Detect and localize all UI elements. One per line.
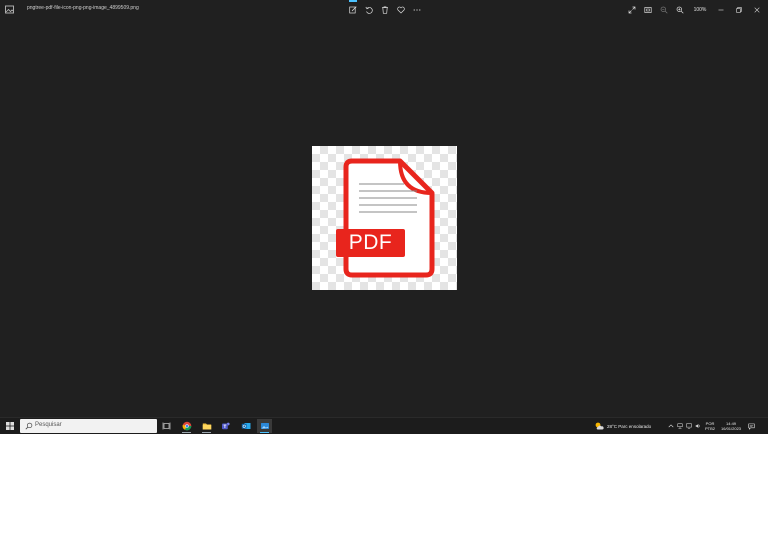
weather-widget[interactable]: 28°C Parc ensolarado (594, 418, 651, 434)
fit-icon (644, 6, 652, 13)
task-view-icon (162, 422, 170, 430)
active-indicator (260, 432, 269, 433)
full-screen-button[interactable] (624, 3, 640, 16)
photos-app-icon (5, 5, 14, 14)
heart-icon (397, 6, 405, 13)
more-options-button[interactable] (409, 3, 425, 16)
edit-image-button[interactable] (345, 0, 361, 16)
keyboard-layout: PTB2 (705, 426, 716, 431)
chevron-up-icon[interactable] (668, 423, 674, 429)
minimize-button[interactable] (712, 3, 730, 16)
taskbar-search-box[interactable]: Pesquisar (20, 419, 157, 433)
view-controls: 100% (624, 3, 766, 16)
minimize-icon (718, 9, 724, 10)
teams-taskbar-button[interactable] (218, 419, 233, 433)
clock-date: 16/01/2023 (721, 426, 742, 431)
folder-icon (202, 423, 211, 430)
pdf-file-icon (336, 158, 435, 278)
weather-text: 28°C Parc ensolarado (607, 423, 652, 429)
partly-sunny-icon (595, 422, 604, 430)
zoom-level[interactable]: 100% (688, 7, 712, 13)
window-title: pngtree-pdf-file-icon-png-png-image_4899… (27, 5, 139, 11)
search-placeholder: Pesquisar (35, 422, 62, 428)
rotate-button[interactable] (361, 3, 377, 16)
photos-icon (260, 423, 269, 429)
close-icon (754, 6, 760, 13)
restore-icon (736, 6, 742, 13)
close-button[interactable] (748, 3, 766, 16)
trash-icon (382, 5, 388, 14)
network-icon[interactable] (677, 423, 683, 429)
ellipsis-icon (413, 8, 421, 11)
search-icon (25, 422, 33, 430)
zoom-in-icon (676, 6, 684, 14)
active-indicator (349, 0, 357, 2)
notifications-icon[interactable] (748, 423, 755, 430)
keyboard-language[interactable]: POR PTB2 (705, 421, 715, 431)
outlook-taskbar-button[interactable] (238, 419, 253, 433)
fit-window-button[interactable] (640, 3, 656, 16)
display-icon[interactable] (686, 423, 692, 429)
photos-app-window: pngtree-pdf-file-icon-png-png-image_4899… (0, 0, 768, 434)
chrome-taskbar-button[interactable] (179, 419, 194, 433)
system-tray-icons: POR PTB2 14:49 16/01/2023 (668, 418, 755, 434)
pdf-label: PDF (348, 231, 393, 254)
chrome-icon (182, 421, 191, 431)
title-bar: pngtree-pdf-file-icon-png-png-image_4899… (0, 0, 768, 19)
windows-start-icon[interactable] (5, 421, 15, 431)
task-view-button[interactable] (159, 419, 174, 433)
outlook-icon (241, 423, 250, 429)
zoom-out-icon (660, 6, 668, 14)
image-canvas: PDF (312, 146, 457, 290)
image-toolbar (345, 0, 425, 16)
zoom-in-button[interactable] (672, 3, 688, 16)
file-explorer-taskbar-button[interactable] (199, 419, 214, 433)
running-indicator (182, 432, 191, 433)
edit-icon (349, 5, 357, 13)
zoom-out-button[interactable] (656, 3, 672, 16)
taskbar: Pesquisar 28°C Parc ensolarado POR PTB2 … (0, 417, 768, 434)
clock[interactable]: 14:49 16/01/2023 (721, 421, 741, 431)
volume-icon[interactable] (695, 423, 701, 429)
restore-button[interactable] (730, 3, 748, 16)
expand-icon (628, 6, 636, 13)
delete-button[interactable] (377, 3, 393, 16)
rotate-icon (365, 6, 373, 14)
favorite-button[interactable] (393, 3, 409, 16)
running-indicator (202, 432, 211, 433)
teams-icon (221, 422, 230, 430)
photos-taskbar-button[interactable] (257, 419, 272, 433)
